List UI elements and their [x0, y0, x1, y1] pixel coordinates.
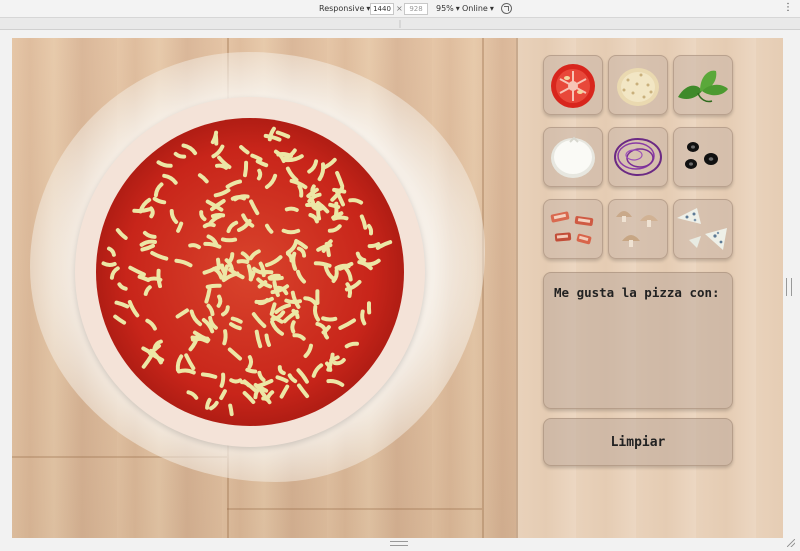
viewport-width-input[interactable]: 1440: [370, 3, 394, 15]
cheese-strand: [264, 333, 271, 347]
pizza-toppings: [96, 118, 404, 426]
cheese-strand: [215, 163, 229, 170]
cheese-strand: [247, 355, 254, 369]
device-mode-select[interactable]: Responsive ▾: [319, 4, 370, 13]
cheese-strand: [281, 228, 301, 235]
cheese-strand: [188, 243, 201, 250]
cheese-strand: [202, 222, 216, 229]
resize-width-handle[interactable]: [786, 278, 792, 296]
viewport-height-input[interactable]: 928: [404, 3, 428, 15]
dimension-separator: ×: [396, 4, 403, 13]
onion-icon: [614, 138, 662, 176]
device-mode-label: Responsive: [319, 4, 365, 13]
more-options-icon[interactable]: ⋮: [783, 3, 793, 13]
ingredient-bacon[interactable]: [543, 199, 603, 259]
cheese-strand: [268, 275, 284, 281]
pizza[interactable]: [75, 97, 425, 447]
cheese-strand: [216, 294, 223, 308]
cheese-strand: [291, 251, 298, 271]
ingredient-onion[interactable]: [608, 127, 668, 187]
ingredient-grated-cheese[interactable]: [608, 55, 668, 115]
rotate-icon[interactable]: [501, 3, 512, 14]
cheese-strand: [367, 242, 381, 249]
ingredient-mozzarella[interactable]: [543, 127, 603, 187]
cheese-strand: [290, 320, 296, 334]
clear-button[interactable]: Limpiar: [543, 418, 733, 466]
cheese-strand: [156, 268, 162, 289]
olives-icon: [685, 142, 718, 169]
cheese-strand: [321, 316, 338, 322]
zoom-label: 95%: [436, 4, 454, 13]
ingredient-mushrooms[interactable]: [608, 199, 668, 259]
cheese-strand: [219, 372, 226, 388]
cheese-strand: [220, 237, 238, 243]
cheese-strand: [205, 283, 222, 289]
cheese-strand: [236, 259, 250, 264]
cheese-strand: [200, 372, 218, 379]
ingredient-blue-cheese[interactable]: [673, 199, 733, 259]
cheese-strand: [310, 184, 316, 198]
cheese-strand: [297, 184, 304, 198]
network-throttle-select[interactable]: Online ▾: [462, 4, 494, 13]
ingredients-panel: Me gusta la pizza con: Limpiar: [516, 38, 783, 538]
cheese-strand: [216, 257, 221, 270]
resize-height-handle[interactable]: [390, 541, 408, 546]
mozzarella-icon: [551, 136, 595, 178]
cheese-strand: [228, 403, 234, 417]
ingredient-basil[interactable]: [673, 55, 733, 115]
devtools-toolbar: Responsive ▾ 1440 × 928 95% ▾ Online ▾ ⋮: [0, 0, 800, 18]
grated-cheese-icon: [617, 68, 659, 106]
cheese-strand: [366, 223, 374, 236]
network-label: Online: [462, 4, 488, 13]
mushrooms-icon: [616, 211, 658, 247]
cheese-strand: [230, 195, 247, 201]
order-title: Me gusta la pizza con:: [554, 285, 720, 300]
resize-corner-handle[interactable]: [787, 539, 795, 547]
dropdown-arrow-icon: ▾: [455, 4, 460, 13]
cheese-strand: [205, 397, 212, 410]
basil-icon: [678, 70, 728, 103]
order-list-box: Me gusta la pizza con:: [543, 272, 733, 409]
tomato-icon: [551, 64, 595, 108]
cheese-strand: [243, 160, 249, 178]
ingredient-olives[interactable]: [673, 127, 733, 187]
ingredient-tomato[interactable]: [543, 55, 603, 115]
cheese-strand: [101, 261, 117, 267]
cheese-strand: [284, 206, 299, 212]
cheese-strand: [276, 151, 293, 158]
cheese-strand: [269, 302, 277, 316]
cheese-strand: [229, 378, 243, 384]
cheese-strand: [245, 367, 258, 374]
zoom-select[interactable]: 95% ▾: [436, 4, 460, 13]
bacon-icon: [550, 211, 594, 245]
blue-cheese-icon: [677, 208, 727, 250]
media-query-ruler: [0, 18, 800, 30]
cheese-strand: [149, 206, 155, 219]
cheese-strand: [210, 213, 226, 219]
cheese-strand: [256, 168, 263, 181]
page-viewport: Me gusta la pizza con: Limpiar: [12, 38, 783, 538]
cheese-strand: [360, 309, 367, 326]
cheese-strand: [246, 264, 253, 282]
cheese-strand: [284, 298, 302, 305]
cheese-strand: [222, 329, 228, 346]
dropdown-arrow-icon: ▾: [489, 4, 494, 13]
cheese-strand: [176, 368, 196, 375]
